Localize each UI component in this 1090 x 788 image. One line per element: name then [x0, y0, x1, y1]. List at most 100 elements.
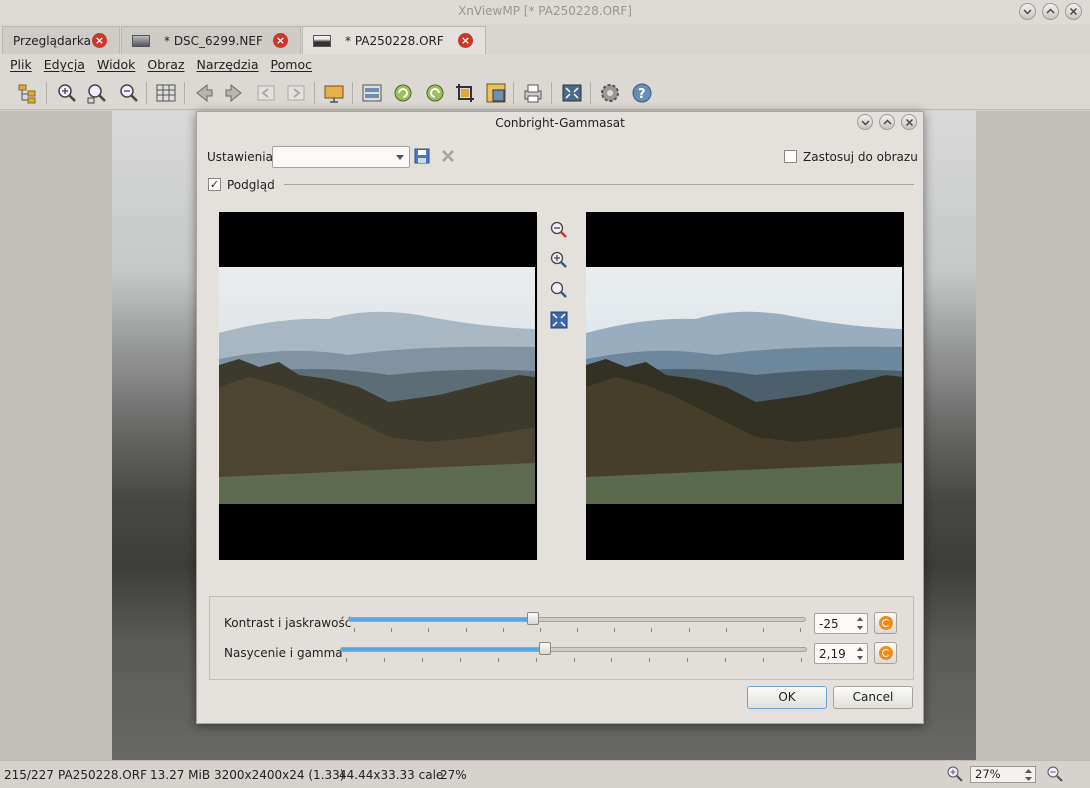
tick-mark [577, 628, 578, 632]
saturation-handle[interactable] [539, 642, 551, 655]
contrast-ticks [354, 628, 801, 632]
tick-mark [726, 628, 727, 632]
slideshow-icon[interactable] [323, 82, 345, 104]
result-photo [586, 267, 902, 504]
menu-help[interactable]: Pomoc [265, 54, 318, 76]
window-title: XnViewMP [* PA250228.ORF] [458, 4, 632, 18]
saturation-reset-button[interactable] [874, 642, 897, 664]
tick-mark [428, 628, 429, 632]
tick-mark [651, 628, 652, 632]
spin-arrows-icon[interactable] [1024, 768, 1033, 782]
zoom-out-icon[interactable] [1046, 765, 1064, 783]
cancel-button[interactable]: Cancel [833, 686, 913, 709]
resize-icon[interactable] [485, 82, 507, 104]
contrast-slider[interactable] [348, 617, 806, 622]
presets-combo[interactable] [272, 146, 410, 168]
zoom-select-value: 27% [975, 767, 1001, 781]
crop-icon[interactable] [454, 82, 476, 104]
saturation-slider[interactable] [340, 647, 807, 652]
maximize-icon[interactable] [1042, 3, 1059, 20]
saturation-label: Nasycenie i gamma [224, 646, 343, 660]
conbright-dialog: Conbright-Gammasat Ustawienia: Zastosuj … [196, 111, 924, 724]
apply-to-image-checkbox[interactable] [784, 150, 797, 163]
tab-browser[interactable]: Przeglądarka × [2, 26, 120, 54]
tick-mark [540, 628, 541, 632]
contrast-handle[interactable] [527, 612, 539, 625]
zoom-in-icon[interactable] [56, 82, 78, 104]
tab-dsc6299[interactable]: * DSC_6299.NEF × [121, 26, 301, 54]
next-arrow-icon[interactable] [223, 82, 245, 104]
tick-mark [536, 658, 537, 662]
settings-gear-icon[interactable] [599, 82, 621, 104]
original-preview[interactable] [219, 212, 537, 560]
zoom-in-icon[interactable] [549, 250, 571, 272]
zoom-fit-icon[interactable] [86, 82, 108, 104]
separator-line [284, 184, 914, 185]
spin-arrows-icon[interactable] [855, 615, 865, 632]
compare-icon[interactable] [361, 82, 383, 104]
rotate-left-icon[interactable] [392, 82, 414, 104]
first-image-icon[interactable] [255, 82, 277, 104]
dialog-title: Conbright-Gammasat [495, 116, 625, 130]
menu-tools[interactable]: Narzędzia [191, 54, 265, 76]
preview-checkbox[interactable]: ✓ [208, 178, 221, 191]
minimize-icon[interactable] [1019, 3, 1036, 20]
close-tab-icon[interactable]: × [458, 33, 473, 48]
tick-mark [800, 628, 801, 632]
contrast-spinbox[interactable]: -25 [814, 613, 868, 634]
help-icon[interactable]: ? [631, 82, 653, 104]
zoom-in-icon[interactable] [946, 765, 964, 783]
close-tab-icon[interactable]: × [273, 33, 288, 48]
tab-bar: Przeglądarka × * DSC_6299.NEF × * PA2502… [0, 24, 1090, 54]
menu-edit[interactable]: Edycja [38, 54, 91, 76]
saturation-value: 2,19 [819, 647, 846, 661]
last-image-icon[interactable] [285, 82, 307, 104]
tick-mark [649, 658, 650, 662]
zoom-fit-icon[interactable] [549, 310, 571, 332]
print-icon[interactable] [522, 82, 544, 104]
menu-file[interactable]: Plik [4, 54, 38, 76]
contrast-reset-button[interactable] [874, 612, 897, 634]
tick-mark [763, 628, 764, 632]
image-thumbnail-icon [313, 34, 331, 47]
tick-mark [611, 658, 612, 662]
spin-arrows-icon[interactable] [855, 645, 865, 662]
save-preset-icon[interactable] [414, 148, 430, 164]
status-bar: 215/227 PA250228.ORF 13.27 MiB 3200x2400… [0, 760, 1090, 788]
tick-mark [354, 628, 355, 632]
rotate-right-icon[interactable] [424, 82, 446, 104]
result-preview[interactable] [586, 212, 904, 560]
image-thumbnail-icon [132, 34, 150, 47]
status-index: 215/227 [4, 768, 54, 782]
zoom-out-icon[interactable] [549, 220, 571, 242]
zoom-out-icon[interactable] [118, 82, 140, 104]
tick-mark [422, 658, 423, 662]
menu-bar: Plik Edycja Widok Obraz Narzędzia Pomoc [0, 54, 1090, 76]
tick-mark [466, 628, 467, 632]
tab-pa250228[interactable]: * PA250228.ORF × [302, 26, 486, 54]
grid-icon[interactable] [155, 82, 177, 104]
svg-text:?: ? [638, 87, 646, 102]
fullscreen-icon[interactable] [561, 82, 583, 104]
status-print-size: 44.44x33.33 cale [339, 768, 444, 782]
maximize-icon[interactable] [879, 114, 895, 130]
previous-arrow-icon[interactable] [193, 82, 215, 104]
menu-view[interactable]: Widok [91, 54, 141, 76]
tick-mark [801, 658, 802, 662]
sliders-panel: Kontrast i jaskrawość -25 Nasycenie i ga… [209, 596, 914, 680]
zoom-actual-icon[interactable] [549, 280, 571, 302]
close-tab-icon[interactable]: × [92, 33, 107, 48]
window-titlebar: XnViewMP [* PA250228.ORF] [0, 0, 1090, 24]
tab-label: * DSC_6299.NEF [164, 33, 263, 48]
folder-tree-icon[interactable] [17, 82, 39, 104]
delete-preset-icon[interactable] [440, 148, 456, 164]
ok-button[interactable]: OK [747, 686, 827, 709]
minimize-icon[interactable] [857, 114, 873, 130]
close-icon[interactable] [901, 114, 917, 130]
close-icon[interactable] [1065, 3, 1082, 20]
saturation-spinbox[interactable]: 2,19 [814, 643, 868, 664]
tick-mark [689, 628, 690, 632]
menu-image[interactable]: Obraz [141, 54, 190, 76]
tick-mark [614, 628, 615, 632]
zoom-select[interactable]: 27% [970, 766, 1036, 783]
